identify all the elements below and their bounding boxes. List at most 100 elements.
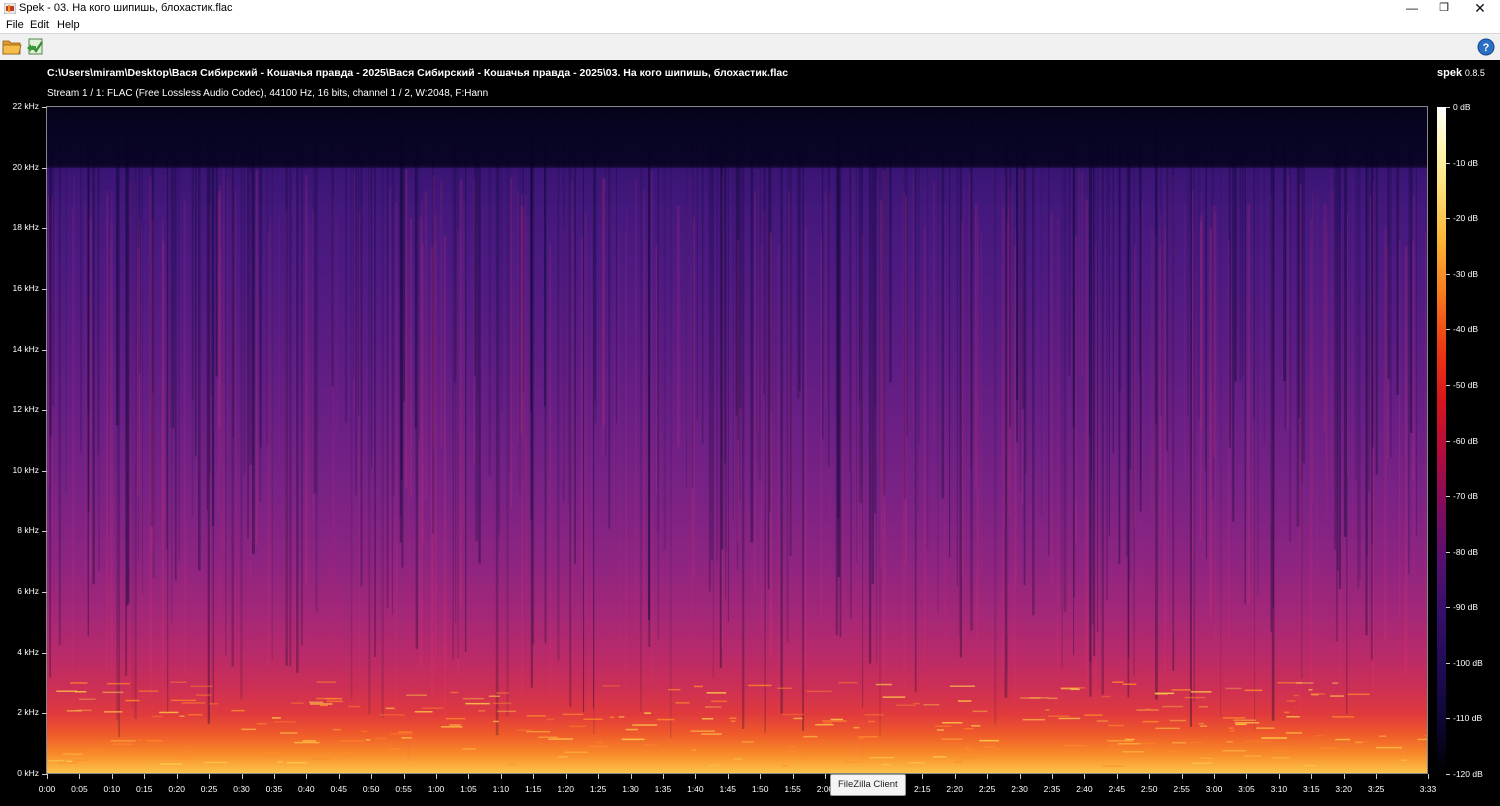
stream-info-label: Stream 1 / 1: FLAC (Free Lossless Audio …	[47, 88, 489, 99]
x-tick-mark	[662, 774, 664, 779]
db-scale-label: -20 dB	[1453, 213, 1479, 224]
db-scale-tick	[1446, 273, 1450, 275]
y-tick-mark	[42, 592, 47, 594]
x-tick-mark	[630, 774, 632, 779]
menu-help[interactable]: Help	[57, 19, 80, 31]
maximize-button[interactable]: ❐	[1427, 0, 1461, 18]
db-scale-label: -100 dB	[1453, 657, 1483, 668]
menu-file[interactable]: File	[6, 19, 24, 31]
db-scale-label: 0 dB	[1453, 102, 1471, 112]
x-tick-mark	[695, 774, 697, 779]
x-tick-mark	[792, 774, 794, 779]
x-tick-label: 3:33	[1419, 784, 1437, 794]
x-tick-label: 1:45	[719, 784, 737, 794]
x-tick-label: 0:00	[38, 784, 56, 794]
x-tick-mark	[241, 774, 243, 779]
y-tick-mark	[42, 713, 47, 715]
x-tick-mark	[500, 774, 502, 779]
x-tick-label: 1:55	[784, 784, 801, 794]
y-tick-mark	[42, 652, 47, 654]
db-scale-label: -30 dB	[1453, 268, 1479, 279]
x-tick-mark	[565, 774, 567, 779]
x-tick-mark	[209, 774, 211, 779]
db-scale-tick	[1446, 607, 1450, 609]
app-brand: spek 0.8.5	[1437, 67, 1485, 79]
x-tick-label: 2:15	[914, 784, 931, 794]
db-scale-label: -110 dB	[1453, 713, 1483, 724]
db-scale-label: -120 dB	[1453, 769, 1483, 779]
x-tick-label: 1:40	[687, 784, 704, 794]
x-tick-label: 1:00	[427, 784, 445, 794]
x-tick-mark	[987, 774, 989, 779]
x-tick-label: 1:30	[622, 784, 639, 794]
x-tick-mark	[1278, 774, 1280, 779]
db-scale-tick	[1446, 496, 1450, 498]
x-tick-mark	[1084, 774, 1086, 779]
x-tick-mark	[1246, 774, 1248, 779]
spek-app-icon	[4, 3, 16, 14]
x-tick-mark	[1149, 774, 1151, 779]
y-tick-label: 12 kHz	[12, 404, 39, 415]
x-tick-mark	[468, 774, 470, 779]
x-tick-label: 0:40	[298, 784, 315, 794]
y-tick-label: 22 kHz	[12, 101, 39, 111]
close-button[interactable]: ✕	[1463, 0, 1497, 18]
save-image-icon[interactable]	[26, 37, 46, 56]
x-tick-label: 2:50	[1140, 784, 1158, 794]
x-tick-mark	[1116, 774, 1118, 779]
x-tick-mark	[144, 774, 146, 779]
x-tick-mark	[306, 774, 308, 779]
db-scale-tick	[1446, 662, 1450, 664]
x-tick-label: 0:15	[135, 784, 153, 794]
folder-open-icon[interactable]	[2, 37, 22, 56]
db-scale-tick	[1446, 384, 1450, 386]
x-tick-mark	[760, 774, 762, 779]
db-scale-label: -50 dB	[1453, 379, 1479, 390]
db-scale-label: -10 dB	[1453, 157, 1479, 168]
x-tick-label: 2:45	[1108, 784, 1126, 794]
x-tick-mark	[111, 774, 113, 779]
x-tick-mark	[727, 774, 729, 779]
x-tick-label: 1:25	[589, 784, 607, 794]
svg-text:?: ?	[1483, 42, 1490, 54]
x-tick-label: 0:35	[265, 784, 283, 794]
x-tick-label: 0:45	[330, 784, 348, 794]
app-name: spek	[1437, 67, 1463, 79]
x-tick-mark	[1376, 774, 1378, 779]
x-tick-mark	[436, 774, 437, 779]
x-tick-label: 1:05	[460, 784, 477, 794]
y-tick-mark	[42, 349, 47, 351]
x-tick-label: 2:40	[1076, 784, 1093, 794]
x-tick-mark	[1311, 774, 1313, 779]
frequency-axis: 0 kHz 2 kHz 4 kHz 6 kHz 8 kHz 10 kHz 12 kHz 14 …	[0, 100, 47, 784]
x-tick-label: 2:30	[1011, 784, 1028, 794]
y-tick-mark	[42, 531, 47, 533]
x-tick-mark	[598, 774, 600, 779]
x-tick-mark	[371, 774, 373, 779]
x-tick-label: 3:00	[1205, 784, 1223, 794]
x-tick-label: 1:35	[654, 784, 672, 794]
db-scale-tick	[1446, 551, 1450, 553]
x-tick-label: 3:10	[1270, 784, 1288, 794]
window-title: Spek - 03. На кого шипишь, блохастик.fla…	[19, 2, 233, 14]
db-scale-label: -70 dB	[1453, 491, 1479, 502]
db-scale-tick	[1446, 218, 1450, 220]
menu-edit[interactable]: Edit	[30, 19, 49, 31]
x-tick-mark	[1181, 774, 1183, 779]
x-tick-mark	[1019, 774, 1021, 779]
y-tick-label: 2 kHz	[17, 707, 39, 718]
spectrogram-texture	[47, 107, 1428, 767]
y-tick-mark	[42, 288, 47, 290]
x-tick-mark	[954, 774, 956, 779]
y-tick-label: 16 kHz	[12, 282, 39, 293]
help-icon[interactable]: ?	[1477, 38, 1495, 56]
x-tick-mark	[1214, 774, 1216, 779]
x-tick-label: 0:25	[200, 784, 218, 794]
y-tick-label: 10 kHz	[12, 464, 39, 475]
x-tick-mark	[176, 774, 178, 779]
x-tick-label: 2:35	[1043, 784, 1061, 794]
minimize-button[interactable]: —	[1395, 0, 1429, 18]
x-tick-mark	[825, 774, 827, 779]
y-tick-label: 8 kHz	[17, 525, 39, 536]
spectrogram-plot[interactable]	[47, 107, 1428, 774]
